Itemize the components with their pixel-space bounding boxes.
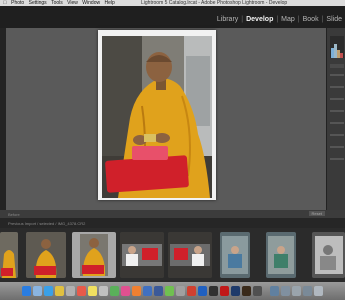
folder-icon[interactable] — [270, 286, 279, 296]
mail-icon[interactable] — [55, 286, 64, 296]
folder-icon[interactable] — [292, 286, 301, 296]
module-slideshow[interactable]: Slide — [326, 16, 342, 23]
reminders-icon[interactable] — [99, 286, 108, 296]
app-icon[interactable] — [198, 286, 207, 296]
module-separator: | — [297, 16, 300, 23]
trash-icon[interactable] — [314, 286, 323, 296]
filmstrip-thumbnail[interactable] — [120, 232, 164, 278]
app-icon[interactable] — [187, 286, 196, 296]
photos-icon[interactable] — [132, 286, 141, 296]
acrobat-icon[interactable] — [220, 286, 229, 296]
contacts-icon[interactable] — [66, 286, 75, 296]
module-separator: | — [321, 16, 324, 23]
lightroom-icon[interactable] — [242, 286, 251, 296]
module-separator: | — [276, 16, 279, 23]
module-map[interactable]: Map — [281, 16, 295, 23]
system-preferences-icon[interactable] — [176, 286, 185, 296]
module-library[interactable]: Library — [217, 16, 238, 23]
app-store-icon[interactable] — [143, 286, 152, 296]
develop-photo[interactable] — [102, 36, 212, 198]
filmstrip-thumbnail[interactable] — [168, 232, 212, 278]
module-separator: | — [241, 16, 244, 23]
folder-icon[interactable] — [303, 286, 312, 296]
module-picker: Library | Develop | Map | Book | Slide — [214, 16, 345, 23]
histogram-and-tools[interactable] — [327, 28, 345, 210]
filmstrip-thumbnail[interactable] — [0, 232, 18, 278]
macos-dock — [0, 282, 345, 300]
filmstrip-thumbnail[interactable] — [26, 232, 66, 278]
filmstrip — [0, 228, 345, 282]
develop-toolbar: Before Reset — [0, 210, 345, 218]
right-panel — [326, 28, 345, 210]
filmstrip-thumbnail[interactable] — [312, 232, 345, 278]
safari-icon[interactable] — [44, 286, 53, 296]
messages-icon[interactable] — [110, 286, 119, 296]
calendar-icon[interactable] — [77, 286, 86, 296]
filmstrip-header: Previous Import / selected / IMG_4378.CR… — [0, 218, 345, 228]
filmstrip-thumbnail-selected[interactable] — [72, 232, 116, 278]
app-icon[interactable] — [209, 286, 218, 296]
filmstrip-thumbnail[interactable] — [266, 232, 296, 278]
before-label[interactable]: Before — [8, 212, 20, 217]
module-book[interactable]: Book — [303, 16, 319, 23]
launchpad-icon[interactable] — [33, 286, 42, 296]
app-icon[interactable] — [154, 286, 163, 296]
filmstrip-thumbnail[interactable] — [220, 232, 250, 278]
reset-button[interactable]: Reset — [308, 211, 325, 216]
filmstrip-source-path[interactable]: Previous Import / selected / IMG_4378.CR… — [8, 221, 85, 226]
app-icon[interactable] — [253, 286, 262, 296]
itunes-icon[interactable] — [121, 286, 130, 296]
app-icon[interactable] — [165, 286, 174, 296]
finder-icon[interactable] — [22, 286, 31, 296]
module-bar: Library | Develop | Map | Book | Slide — [0, 6, 345, 28]
notes-icon[interactable] — [88, 286, 97, 296]
photoshop-icon[interactable] — [231, 286, 240, 296]
folder-icon[interactable] — [281, 286, 290, 296]
module-develop[interactable]: Develop — [246, 16, 273, 23]
